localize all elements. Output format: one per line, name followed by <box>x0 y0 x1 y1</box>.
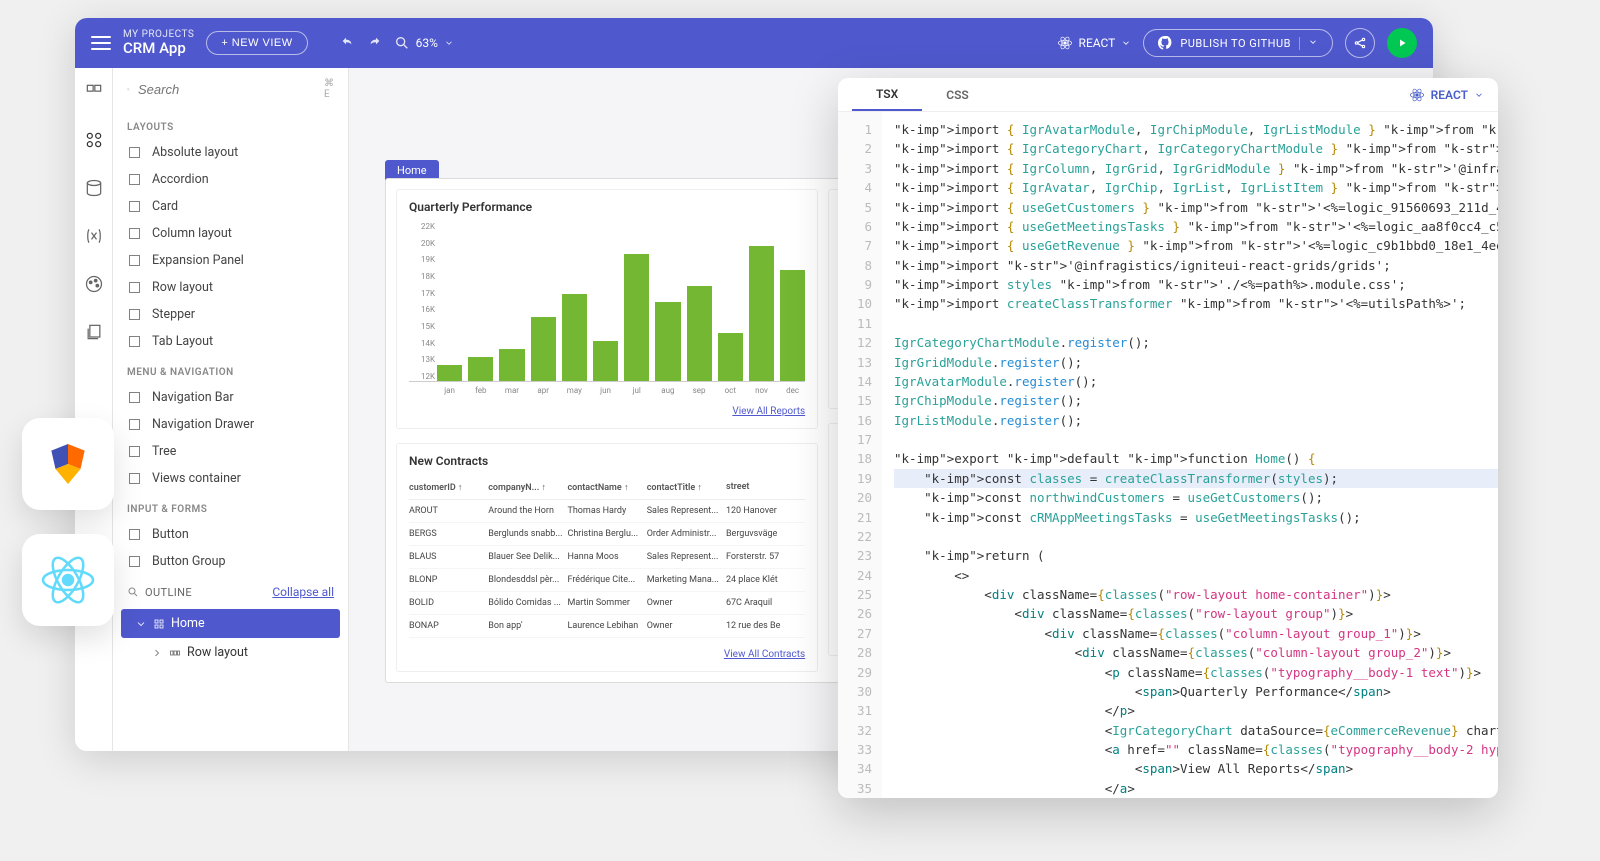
react-logo <box>22 534 114 626</box>
chart-bar <box>437 365 462 381</box>
chart-bar <box>718 333 743 381</box>
component-stepper[interactable]: Stepper <box>113 301 348 328</box>
table-row[interactable]: AROUTAround the HornThomas HardySales Re… <box>409 500 805 523</box>
view-reports-link[interactable]: View All Reports <box>732 406 805 417</box>
component-button[interactable]: Button <box>113 521 348 548</box>
component-navigation-bar[interactable]: Navigation Bar <box>113 384 348 411</box>
preview-button[interactable] <box>1387 28 1417 58</box>
search-shortcut: ⌘ E <box>324 78 334 100</box>
chevron-down-icon <box>1121 38 1131 48</box>
component-column-layout[interactable]: Column layout <box>113 220 348 247</box>
share-icon <box>1353 36 1367 50</box>
menu-icon[interactable] <box>91 36 111 50</box>
code-framework-selector[interactable]: REACT <box>1409 87 1484 103</box>
table-row[interactable]: BLAUSBlauer See Delik...Hanna MoosSales … <box>409 546 805 569</box>
component-expansion-panel[interactable]: Expansion Panel <box>113 247 348 274</box>
chevron-down-icon <box>1308 37 1318 47</box>
share-button[interactable] <box>1345 28 1375 58</box>
view-contracts-link[interactable]: View All Contracts <box>724 649 805 660</box>
projects-label: MY PROJECTS <box>123 29 194 40</box>
rail-data-icon[interactable] <box>84 178 104 202</box>
rail-layers-icon[interactable] <box>84 322 104 346</box>
component-accordion[interactable]: Accordion <box>113 166 348 193</box>
outline-row-node[interactable]: Row layout <box>113 638 348 667</box>
rail-views-icon[interactable] <box>84 82 104 106</box>
component-absolute-layout[interactable]: Absolute layout <box>113 139 348 166</box>
input-forms-header: INPUT & FORMS <box>113 492 348 521</box>
chart-bar <box>655 302 680 382</box>
rail-components-icon[interactable] <box>84 130 104 154</box>
chart-bar <box>531 317 556 381</box>
framework-selector[interactable]: REACT <box>1057 35 1132 51</box>
row-layout-icon <box>169 647 181 659</box>
component-row-layout[interactable]: Row layout <box>113 274 348 301</box>
topbar: MY PROJECTS CRM App + NEW VIEW 63% REACT… <box>75 18 1433 68</box>
github-icon <box>1158 36 1172 50</box>
search-field[interactable] <box>138 82 316 97</box>
react-icon <box>1057 35 1073 51</box>
app-title: CRM App <box>123 40 194 57</box>
code-editor[interactable]: 1234567891011121314151617181920212223242… <box>838 112 1498 798</box>
table-row[interactable]: BERGSBerglunds snabb...Christina Berglu.… <box>409 523 805 546</box>
menu-nav-header: MENU & NAVIGATION <box>113 355 348 384</box>
react-icon <box>1409 87 1425 103</box>
new-view-button[interactable]: + NEW VIEW <box>206 31 307 55</box>
redo-icon[interactable] <box>366 35 382 51</box>
search-icon <box>127 88 130 91</box>
chart-bar <box>780 270 805 381</box>
chart-bar <box>562 294 587 381</box>
contracts-grid[interactable]: customerID ↑companyN... ↑contactName ↑co… <box>409 476 805 638</box>
undo-icon[interactable] <box>340 35 356 51</box>
zoom-value: 63% <box>416 36 438 50</box>
component-tab-layout[interactable]: Tab Layout <box>113 328 348 355</box>
component-views-container[interactable]: Views container <box>113 465 348 492</box>
chevron-down-icon <box>1474 90 1484 100</box>
table-row[interactable]: BOLIDBólido Comidas ...Martin SommerOwne… <box>409 592 805 615</box>
search-icon <box>127 586 139 598</box>
chevron-right-icon <box>151 647 163 659</box>
chart-bar <box>499 349 524 381</box>
component-button-group[interactable]: Button Group <box>113 548 348 575</box>
code-panel: TSX CSS REACT 12345678910111213141516171… <box>838 78 1498 798</box>
icon-rail <box>75 68 113 751</box>
layouts-header: LAYOUTS <box>113 110 348 139</box>
chevron-down-icon <box>444 35 454 51</box>
chart-bar <box>593 341 618 381</box>
chart-bar <box>624 254 649 381</box>
quarterly-card: Quarterly Performance 22K20K19K18K17K16K… <box>396 189 818 429</box>
project-selector[interactable]: MY PROJECTS CRM App <box>123 29 194 57</box>
publish-button[interactable]: PUBLISH TO GITHUB <box>1143 29 1333 57</box>
sidebar: ⌘ E LAYOUTS Absolute layoutAccordionCard… <box>113 68 349 751</box>
tab-tsx[interactable]: TSX <box>852 79 922 111</box>
rail-theme-icon[interactable] <box>84 274 104 298</box>
grid-icon <box>153 618 165 630</box>
zoom-control[interactable]: 63% <box>394 35 454 51</box>
outline-home-node[interactable]: Home <box>121 609 340 638</box>
appbuilder-logo <box>22 418 114 510</box>
component-navigation-drawer[interactable]: Navigation Drawer <box>113 411 348 438</box>
zoom-icon <box>394 35 410 51</box>
table-row[interactable]: BONAPBon app'Laurence LebihanOwner12 rue… <box>409 615 805 638</box>
chart-bar <box>749 246 774 381</box>
chart-bar <box>468 357 493 381</box>
component-tree[interactable]: Tree <box>113 438 348 465</box>
rail-variables-icon[interactable] <box>84 226 104 250</box>
table-row[interactable]: BLONPBlondesddsl pèr...Frédérique Cite..… <box>409 569 805 592</box>
component-card[interactable]: Card <box>113 193 348 220</box>
quarterly-chart: 22K20K19K18K17K16K15K14K13K12K <box>409 222 805 382</box>
chart-bar <box>687 286 712 381</box>
tab-css[interactable]: CSS <box>922 80 993 110</box>
play-icon <box>1396 37 1408 49</box>
search-input[interactable]: ⌘ E <box>113 68 348 110</box>
contracts-card: New Contracts customerID ↑companyN... ↑c… <box>396 443 818 672</box>
outline-header: OUTLINE <box>145 586 192 599</box>
collapse-all-link[interactable]: Collapse all <box>272 585 334 599</box>
chevron-down-icon <box>135 618 147 630</box>
